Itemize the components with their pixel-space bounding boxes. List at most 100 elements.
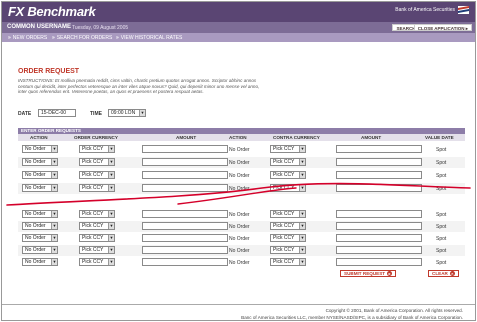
table-row: No Order ▼ Pick CCY ▼ No Order Pick CCY ▼ Spot	[18, 245, 465, 256]
order-currency-select[interactable]: Pick CCY ▼	[79, 145, 115, 153]
contra-amount-input[interactable]	[336, 222, 422, 230]
col-action-2: ACTION	[229, 135, 247, 140]
order-currency-select[interactable]: Pick CCY ▼	[79, 158, 115, 166]
contra-action-text: No Order	[229, 173, 250, 179]
chevron-down-icon: ▼	[51, 159, 57, 165]
amount-input[interactable]	[142, 234, 228, 242]
order-currency-select[interactable]: Pick CCY ▼	[79, 210, 115, 218]
table-row: No Order ▼ Pick CCY ▼ No Order Pick CCY ▼ Spot	[18, 257, 465, 268]
value-date-text: Spot	[436, 224, 447, 230]
action-select[interactable]: No Order ▼	[22, 145, 58, 153]
chevron-down-icon: ▼	[108, 172, 114, 178]
value-date-text: Spot	[436, 173, 447, 179]
chevron-down-icon: ▼	[299, 223, 305, 229]
submit-request-button[interactable]: SUBMIT REQUEST ▸	[340, 270, 397, 277]
contra-currency-select[interactable]: Pick CCY ▼	[270, 184, 306, 192]
contra-currency-select[interactable]: Pick CCY ▼	[270, 171, 306, 179]
chevron-down-icon: ▼	[51, 247, 57, 253]
contra-currency-select[interactable]: Pick CCY ▼	[270, 158, 306, 166]
chevron-down-icon: ▼	[108, 146, 114, 152]
action-select[interactable]: No Order ▼	[22, 222, 58, 230]
contra-amount-input[interactable]	[336, 158, 422, 166]
contra-amount-input[interactable]	[336, 145, 422, 153]
contra-currency-select[interactable]: Pick CCY ▼	[270, 210, 306, 218]
table-row: No Order ▼ Pick CCY ▼ No Order Pick CCY ▼ Spot	[18, 209, 465, 220]
value-date-text: Spot	[436, 186, 447, 192]
action-select[interactable]: No Order ▼	[22, 246, 58, 254]
order-currency-select[interactable]: Pick CCY ▼	[79, 184, 115, 192]
action-select[interactable]: No Order ▼	[22, 158, 58, 166]
close-icon: ×	[449, 271, 455, 276]
contra-action-text: No Order	[229, 224, 250, 230]
contra-action-text: No Order	[229, 212, 250, 218]
chevron-down-icon: ▼	[108, 211, 114, 217]
action-select[interactable]: No Order ▼	[22, 234, 58, 242]
amount-input[interactable]	[142, 184, 228, 192]
time-select[interactable]: 09:00 LON ▼	[108, 109, 146, 117]
page-title: ORDER REQUEST	[18, 68, 80, 75]
contra-currency-select[interactable]: Pick CCY ▼	[270, 246, 306, 254]
chevron-down-icon: ▼	[139, 110, 145, 116]
order-currency-select[interactable]: Pick CCY ▼	[79, 246, 115, 254]
action-select[interactable]: No Order ▼	[22, 171, 58, 179]
contra-action-text: No Order	[229, 186, 250, 192]
order-currency-select[interactable]: Pick CCY ▼	[79, 234, 115, 242]
amount-input[interactable]	[142, 246, 228, 254]
chevron-down-icon: ▼	[108, 159, 114, 165]
amount-input[interactable]	[142, 145, 228, 153]
close-application-button[interactable]: CLOSE APPLICATION ▸	[413, 24, 472, 31]
username: COMMON USERNAME	[7, 24, 71, 30]
footer-divider	[2, 304, 475, 305]
contra-amount-input[interactable]	[336, 246, 422, 254]
amount-input[interactable]	[142, 222, 228, 230]
amount-input[interactable]	[142, 210, 228, 218]
contra-currency-select[interactable]: Pick CCY ▼	[270, 145, 306, 153]
contra-currency-select[interactable]: Pick CCY ▼	[270, 234, 306, 242]
contra-amount-input[interactable]	[336, 210, 422, 218]
time-label: TIME	[90, 111, 102, 117]
contra-amount-input[interactable]	[336, 171, 422, 179]
table-header: ACTION ORDER CURRENCY AMOUNT ACTION CONT…	[18, 134, 465, 141]
table-row: No Order ▼ Pick CCY ▼ No Order Pick CCY ▼ Spot	[18, 183, 465, 194]
order-currency-select[interactable]: Pick CCY ▼	[79, 258, 115, 266]
col-value-date: VALUE DATE	[425, 135, 454, 140]
contra-action-text: No Order	[229, 248, 250, 254]
order-currency-select[interactable]: Pick CCY ▼	[79, 222, 115, 230]
chevron-down-icon: ▼	[51, 211, 57, 217]
nav-historical-rates[interactable]: » VIEW HISTORICAL RATES	[116, 35, 182, 41]
amount-input[interactable]	[142, 158, 228, 166]
contra-amount-input[interactable]	[336, 258, 422, 266]
app-window: FX Benchmark Bank of America Securities …	[1, 1, 476, 321]
order-currency-select[interactable]: Pick CCY ▼	[79, 171, 115, 179]
value-date-text: Spot	[436, 147, 447, 153]
contra-action-text: No Order	[229, 236, 250, 242]
contra-amount-input[interactable]	[336, 234, 422, 242]
chevron-down-icon: ▼	[108, 259, 114, 265]
chevron-down-icon: ▼	[108, 185, 114, 191]
col-contra-currency: CONTRA CURRENCY	[273, 135, 320, 140]
app-header: FX Benchmark Bank of America Securities	[2, 2, 475, 22]
col-order-currency: ORDER CURRENCY	[74, 135, 118, 140]
chevron-down-icon: ▼	[51, 146, 57, 152]
nav-search-orders[interactable]: » SEARCH FOR ORDERS	[52, 35, 112, 41]
chevron-down-icon: ▼	[51, 185, 57, 191]
amount-input[interactable]	[142, 171, 228, 179]
contra-currency-select[interactable]: Pick CCY ▼	[270, 222, 306, 230]
table-row: No Order ▼ Pick CCY ▼ No Order Pick CCY ▼ Spot	[18, 170, 465, 181]
main-nav: » NEW ORDERS » SEARCH FOR ORDERS » VIEW HIS…	[2, 33, 475, 42]
amount-input[interactable]	[142, 258, 228, 266]
contra-currency-select[interactable]: Pick CCY ▼	[270, 258, 306, 266]
date-input[interactable]: 15-DEC-00	[38, 109, 76, 117]
clear-button[interactable]: CLEAR ×	[428, 270, 459, 277]
value-date-text: Spot	[436, 212, 447, 218]
nav-new-orders[interactable]: » NEW ORDERS	[8, 35, 47, 41]
col-amount: AMOUNT	[176, 135, 197, 140]
arrow-icon: »	[8, 35, 11, 41]
action-select[interactable]: No Order ▼	[22, 258, 58, 266]
chevron-down-icon: ▼	[299, 235, 305, 241]
value-date-text: Spot	[436, 236, 447, 242]
contra-amount-input[interactable]	[336, 184, 422, 192]
action-select[interactable]: No Order ▼	[22, 184, 58, 192]
action-select[interactable]: No Order ▼	[22, 210, 58, 218]
copyright-text: Copyright © 2001, Bank of America Corpor…	[325, 308, 463, 313]
